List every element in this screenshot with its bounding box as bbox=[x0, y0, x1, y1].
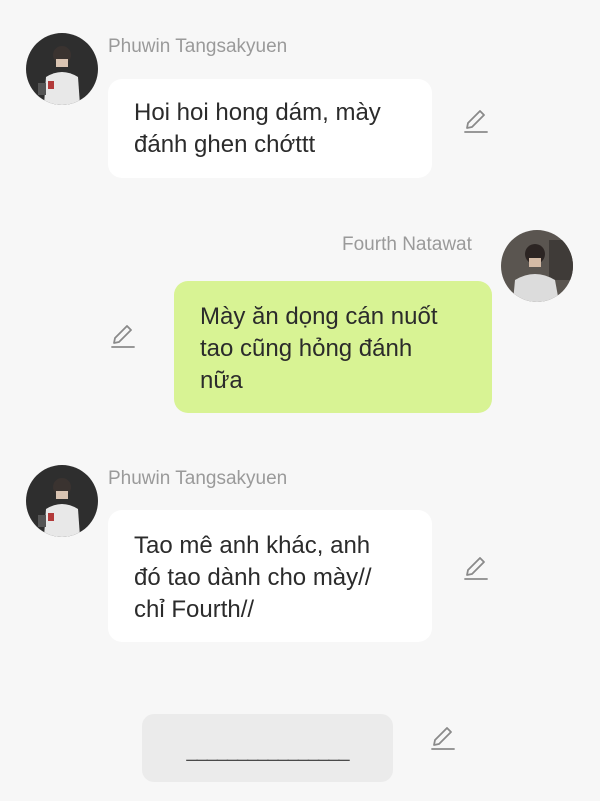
avatar-photo-icon bbox=[26, 33, 98, 105]
message-text: Hoi hoi hong dám, mày bbox=[134, 99, 381, 126]
pencil-edit-icon[interactable] bbox=[109, 322, 137, 350]
message-text: tao cũng hỏng đánh bbox=[200, 335, 413, 362]
avatar-phuwin[interactable] bbox=[26, 465, 98, 537]
message-text: đó tao dành cho mày// bbox=[134, 564, 372, 591]
message-bubble-incoming[interactable]: Tao mê anh khác, anh đó tao dành cho mày… bbox=[108, 510, 432, 642]
sender-name: Phuwin Tangsakyuen bbox=[108, 36, 288, 57]
pencil-edit-icon[interactable] bbox=[462, 107, 490, 135]
sender-name: Phuwin Tangsakyuen bbox=[108, 468, 288, 489]
avatar-phuwin[interactable] bbox=[26, 33, 98, 105]
message-text: nữa bbox=[200, 367, 243, 394]
message-bubble-outgoing[interactable]: Mày ăn dọng cán nuốt tao cũng hỏng đánh … bbox=[174, 281, 492, 413]
message-input[interactable]: ________________ bbox=[142, 714, 393, 782]
pencil-edit-icon[interactable] bbox=[462, 554, 490, 582]
avatar-photo-icon bbox=[501, 230, 573, 302]
message-text: Mày ăn dọng cán nuốt bbox=[200, 303, 438, 330]
chat-screen: Phuwin Tangsakyuen Hoi hoi hong dám, mày… bbox=[0, 0, 600, 801]
avatar-fourth[interactable] bbox=[501, 230, 573, 302]
message-bubble-incoming[interactable]: Hoi hoi hong dám, mày đánh ghen chớttt bbox=[108, 79, 432, 178]
message-text: chỉ Fourth// bbox=[134, 596, 255, 623]
pencil-edit-icon[interactable] bbox=[429, 724, 457, 752]
avatar-photo-icon bbox=[26, 465, 98, 537]
message-text: đánh ghen chớttt bbox=[134, 131, 316, 158]
sender-name: Fourth Natawat bbox=[342, 234, 472, 255]
message-text: Tao mê anh khác, anh bbox=[134, 532, 371, 559]
